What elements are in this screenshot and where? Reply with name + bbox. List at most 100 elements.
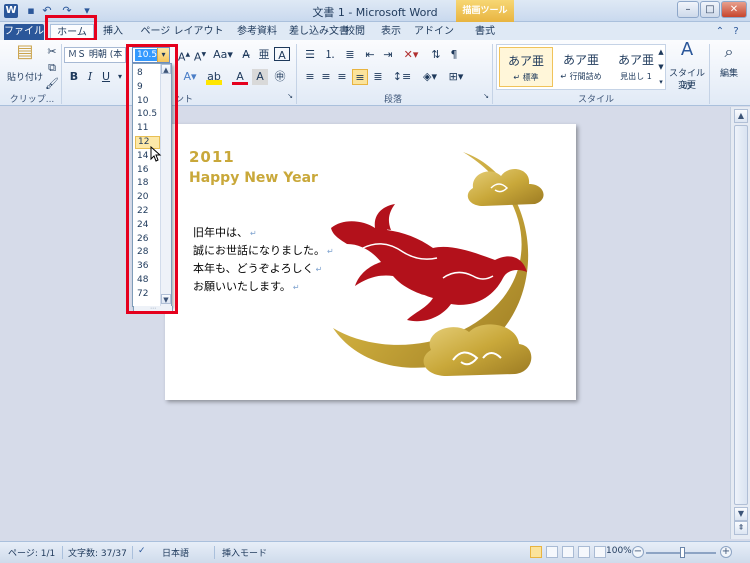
paste-button-label[interactable]: 貼り付け	[6, 70, 44, 83]
style-no-spacing[interactable]: あア亜 ↵ 行間詰め	[554, 47, 608, 87]
bullets-icon[interactable]: ☰	[302, 47, 318, 63]
zoom-slider-thumb[interactable]	[680, 547, 685, 558]
status-separator	[132, 546, 133, 559]
align-center-icon[interactable]: ≡	[318, 69, 334, 85]
scroll-up-button[interactable]: ▲	[734, 109, 748, 123]
document-page[interactable]: 2011 Happy New Year 旧年中は、 ↵ 誠にお世話になりました。 ↵…	[165, 124, 576, 400]
decrease-indent-icon[interactable]: ⇤	[362, 47, 378, 63]
ribbon: ▤ 貼り付け ✂ ⧉ 🖌 クリップ... ＭＳ 明朝 (本 10.5 ▾ A▲ …	[0, 40, 750, 106]
ribbon-tabs: ファイル ホーム 挿入 ページ レイアウト 参考資料 差し込み文書 校閲 表示 …	[0, 22, 750, 40]
styles-gallery: あア亜 ↵ 標準 あア亜 ↵ 行間詰め あア亜 見出し 1	[496, 44, 666, 90]
tab-format[interactable]: 書式	[470, 24, 500, 40]
asian-layout-icon[interactable]: ✕▾	[400, 47, 422, 63]
text-effects-icon[interactable]: A▾	[182, 69, 198, 85]
clear-formatting-icon[interactable]: A̶	[238, 47, 254, 63]
scroll-thumb[interactable]	[734, 125, 748, 505]
rabbit-moon-illustration[interactable]	[323, 148, 563, 398]
grow-font-icon[interactable]: A▲	[176, 47, 192, 64]
format-painter-icon[interactable]: 🖌	[44, 76, 60, 92]
previous-page-button[interactable]: ⇞	[734, 521, 748, 535]
phonetic-guide-icon[interactable]: 亜	[256, 47, 272, 63]
enclose-characters-icon[interactable]: ㊥	[272, 69, 288, 85]
copy-icon[interactable]: ⧉	[44, 60, 60, 76]
home-tab-highlight	[45, 15, 97, 41]
show-formatting-marks-icon[interactable]: ¶	[446, 47, 462, 63]
language-indicator[interactable]: 日本語	[162, 546, 189, 559]
body-line-3[interactable]: 本年も、どうぞよろしく ↵	[193, 260, 322, 276]
group-separator	[296, 44, 297, 104]
borders-icon[interactable]: ⊞▾	[446, 69, 466, 85]
body-line-1[interactable]: 旧年中は、 ↵	[193, 224, 257, 240]
body-line-2[interactable]: 誠にお世話になりました。 ↵	[193, 242, 334, 258]
sort-icon[interactable]: ⇅	[428, 47, 444, 63]
full-screen-reading-icon[interactable]	[546, 546, 558, 558]
minimize-button[interactable]: –	[677, 1, 699, 18]
tab-references[interactable]: 参考資料	[232, 24, 282, 40]
tab-page-layout[interactable]: ページ レイアウト	[136, 24, 228, 40]
shading-icon[interactable]: ◈▾	[420, 69, 440, 85]
font-color-icon[interactable]: A	[232, 69, 248, 85]
window-title: 文書 1 - Microsoft Word	[312, 6, 438, 19]
zoom-out-button[interactable]: −	[632, 546, 644, 558]
print-layout-view-icon[interactable]	[530, 546, 542, 558]
character-shading-icon[interactable]: A	[252, 69, 268, 85]
bold-icon[interactable]: B	[66, 69, 82, 85]
style-name: ↵ 行間詰め	[560, 72, 602, 81]
draft-view-icon[interactable]	[594, 546, 606, 558]
page-indicator[interactable]: ページ: 1/1	[8, 546, 55, 559]
numbering-icon[interactable]: ⒈	[322, 47, 338, 63]
help-icon[interactable]: ?	[730, 26, 742, 38]
change-styles-label-2[interactable]: 変更	[666, 78, 708, 91]
font-name-combo[interactable]: ＭＳ 明朝 (本	[64, 47, 126, 63]
tab-view[interactable]: 表示	[376, 24, 406, 40]
distributed-icon[interactable]: ≣	[370, 69, 386, 85]
minimize-ribbon-icon[interactable]: ⌃	[714, 26, 726, 38]
change-case-icon[interactable]: Aa▾	[212, 47, 234, 63]
close-button[interactable]: ✕	[721, 1, 747, 18]
paste-icon[interactable]: ▤	[14, 43, 36, 68]
body-line-4[interactable]: お願いいたします。 ↵	[193, 278, 300, 294]
italic-icon[interactable]: I	[82, 69, 98, 85]
style-sample: あア亜	[507, 54, 544, 68]
multilevel-list-icon[interactable]: ≣	[342, 47, 358, 63]
justify-icon[interactable]: ≡	[352, 69, 368, 85]
align-right-icon[interactable]: ≡	[334, 69, 350, 85]
change-styles-icon[interactable]: A	[676, 41, 698, 64]
restore-button[interactable]: □	[700, 1, 720, 18]
group-separator	[709, 44, 710, 104]
tab-review[interactable]: 校閲	[340, 24, 370, 40]
styles-group-label: スタイル	[577, 95, 614, 105]
status-separator	[62, 546, 63, 559]
style-normal[interactable]: あア亜 ↵ 標準	[499, 47, 553, 87]
styles-scroll-down-icon[interactable]: ▼	[656, 59, 666, 75]
style-heading-1[interactable]: あア亜 見出し 1	[609, 47, 663, 87]
increase-indent-icon[interactable]: ⇥	[380, 47, 396, 63]
insert-mode[interactable]: 挿入モード	[222, 546, 267, 559]
paragraph-dialog-launcher-icon[interactable]: ↘	[482, 92, 490, 100]
status-bar: ページ: 1/1 文字数: 37/37 ✓ 日本語 挿入モード 100% − +	[0, 541, 750, 563]
highlight-color-icon[interactable]: ab	[206, 69, 222, 85]
rabbit-figure	[331, 204, 527, 322]
web-layout-icon[interactable]	[562, 546, 574, 558]
line-spacing-icon[interactable]: ↕≡	[392, 69, 412, 85]
cut-icon[interactable]: ✂	[44, 44, 60, 60]
zoom-in-button[interactable]: +	[720, 546, 732, 558]
editing-label[interactable]: 編集	[712, 66, 746, 79]
styles-more-icon[interactable]: ▾	[656, 74, 666, 90]
tab-addins[interactable]: アドイン	[414, 24, 454, 40]
font-dialog-launcher-icon[interactable]: ↘	[286, 92, 294, 100]
styles-scroll-up-icon[interactable]: ▲	[656, 44, 666, 60]
character-border-icon[interactable]: A	[274, 47, 290, 62]
tab-file[interactable]: ファイル	[4, 24, 44, 40]
proofing-icon[interactable]: ✓	[138, 546, 146, 556]
tab-insert[interactable]: 挿入	[100, 24, 126, 40]
word-count[interactable]: 文字数: 37/37	[68, 546, 127, 559]
shrink-font-icon[interactable]: A▼	[192, 47, 208, 64]
editing-icon[interactable]: ⌕	[718, 44, 740, 66]
scroll-down-button[interactable]: ▼	[734, 507, 748, 521]
zoom-level[interactable]: 100%	[606, 546, 632, 556]
style-name: 見出し 1	[620, 72, 652, 81]
vertical-scrollbar[interactable]: ▲ ▼ ⇞	[730, 107, 750, 539]
align-left-icon[interactable]: ≡	[302, 69, 318, 85]
outline-view-icon[interactable]	[578, 546, 590, 558]
